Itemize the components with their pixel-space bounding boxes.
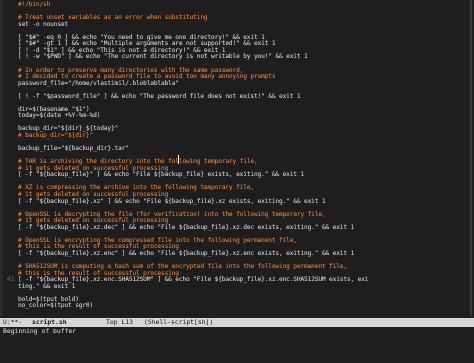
line-text: [ ! -w "$PWD" ] && echo "The current dir…: [18, 53, 308, 61]
fringe: [0, 0, 3, 316]
line-text: backup_file="${backup_dir}.tar": [18, 145, 129, 153]
code-line[interactable]: backup_file="${backup_dir}.tar": [4, 145, 129, 152]
minibuffer[interactable]: Beginning of buffer: [0, 327, 474, 336]
line-text: [ -f "${backup_file}.xz.enc" ] && echo "…: [18, 249, 355, 257]
code-line[interactable]: [ ! -f "$password_file" ] && echo "The p…: [4, 92, 301, 100]
mode-line: U:**- script.sh Top L13 (Shell-script[sh…: [0, 318, 474, 327]
line-text: today=$(date +%Y-%m-%d): [18, 112, 101, 120]
vertical-divider: [470, 0, 472, 316]
code-line[interactable]: password_file="/home/vlastimil/.bloblabl…: [4, 80, 179, 87]
buffer-position: Top L13: [106, 318, 133, 326]
code-line[interactable]: [ -f "${backup_file}" ] && echo "File ${…: [4, 171, 304, 178]
line-text: [ ! -f "$password_file" ] && echo "The p…: [18, 92, 301, 100]
code-line[interactable]: [ -f "${backup_file}.xz.enc" ] && echo "…: [4, 250, 354, 257]
buffer-state: U:**-: [3, 318, 23, 326]
line-text: [ -f "${backup_file}.xz" ] && echo "File…: [18, 197, 326, 205]
line-text: no_color=$(tput sgr0): [18, 302, 94, 310]
mouse-cursor: [178, 155, 185, 164]
code-line[interactable]: [ -f "${backup_file}.xz" ] && echo "File…: [4, 197, 326, 205]
buffer-name[interactable]: script.sh: [32, 318, 67, 327]
line-text: set -o nounset: [18, 20, 69, 28]
code-line[interactable]: today=$(date +%Y-%m-%d): [4, 112, 100, 119]
line-text: [ -f "${backup_file}.xz.dec" ] && echo "…: [18, 223, 355, 231]
line-text: [ -f "${backup_file}" ] && echo "File ${…: [18, 171, 305, 179]
code-line[interactable]: [ ! -w "$PWD" ] && echo "The current dir…: [4, 53, 308, 60]
line-text: ting." && exit 1: [18, 282, 76, 290]
major-mode[interactable]: (Shell-script[sh]): [144, 318, 213, 327]
line-text: # backup_dir="${dir}": [18, 132, 94, 139]
code-line[interactable]: no_color=$(tput sgr0): [4, 302, 93, 309]
code-line[interactable]: [ -f "${backup_file}.xz.dec" ] && echo "…: [4, 224, 354, 231]
line-text: #!/bin/sh: [18, 1, 51, 8]
line-text: password_file="/home/vlastimil/.bloblabl…: [18, 79, 179, 87]
editor-pane[interactable]: #!/bin/sh # Treat unset variables as an e…: [0, 0, 474, 316]
